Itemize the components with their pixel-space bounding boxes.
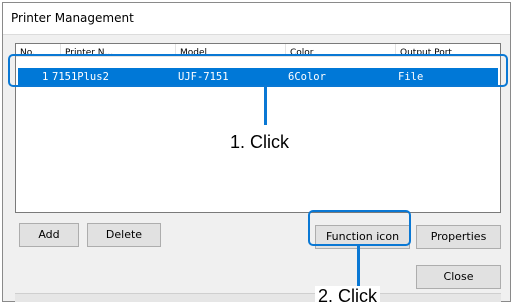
delete-button[interactable]: Delete: [87, 223, 161, 247]
printer-management-dialog: Printer Management No. Printer N... Mode…: [2, 2, 511, 302]
row-highlight-box: [8, 54, 508, 87]
function-icon-highlight-box: [308, 210, 411, 246]
close-button[interactable]: Close: [416, 265, 501, 289]
status-bar: [15, 293, 501, 302]
add-button[interactable]: Add: [19, 223, 79, 247]
step2-connector-line: [357, 246, 360, 286]
step2-callout: 2. Click: [315, 286, 381, 306]
window-title: Printer Management: [11, 11, 134, 25]
step1-connector-line: [264, 87, 267, 125]
title-bar[interactable]: Printer Management: [3, 3, 510, 35]
properties-button[interactable]: Properties: [416, 225, 501, 249]
step1-callout: 1. Click: [227, 132, 293, 152]
